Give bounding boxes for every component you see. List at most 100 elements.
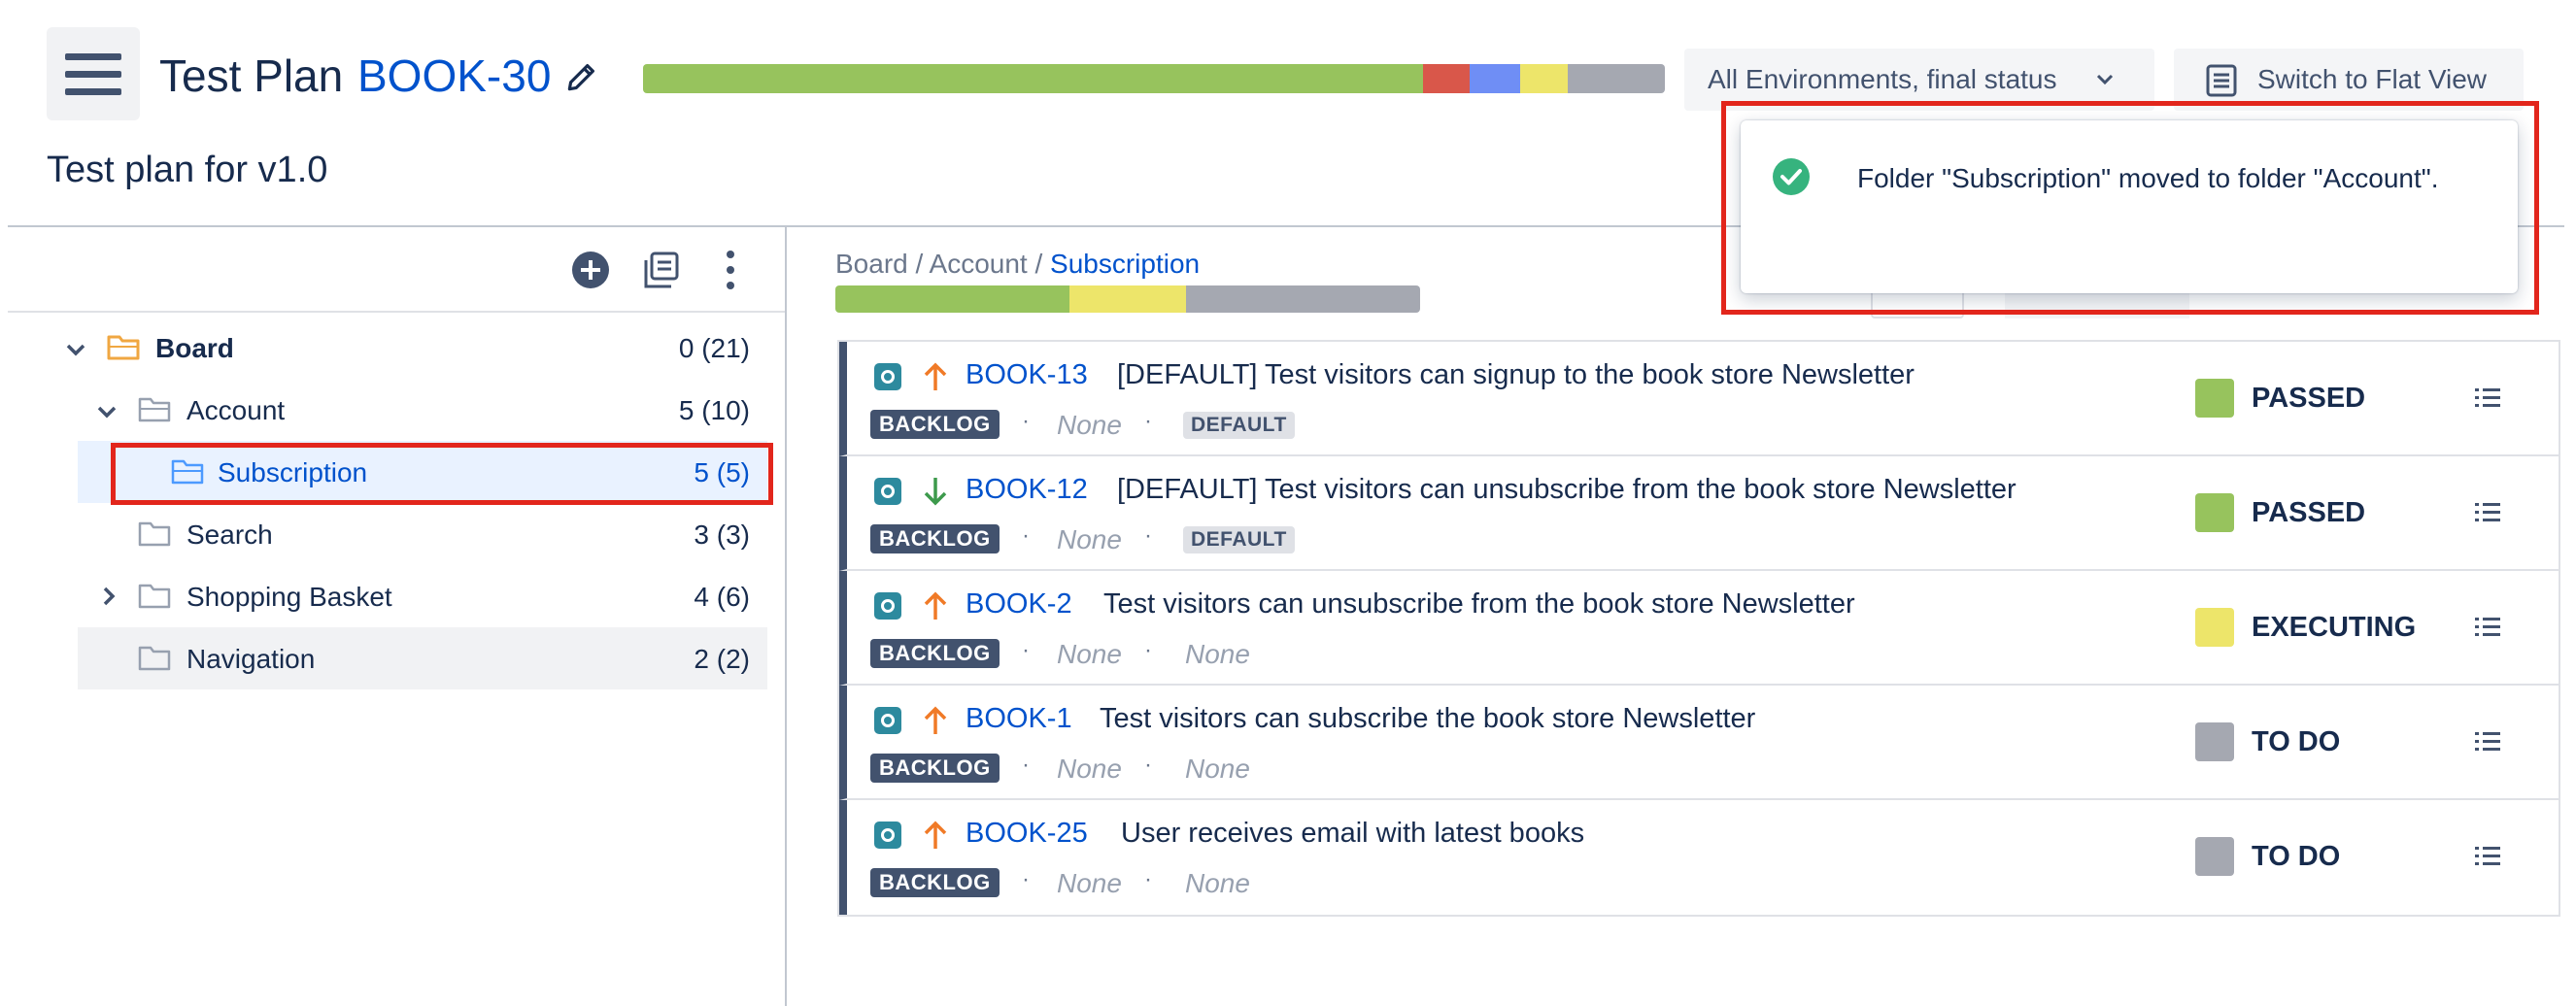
selected-folder-highlight — [111, 443, 773, 505]
execution-status[interactable]: TO DO — [2252, 726, 2340, 758]
test-plan-key-link[interactable]: BOOK-30 — [357, 47, 551, 105]
tree-item-label: Board — [155, 333, 234, 363]
details-icon[interactable] — [2475, 730, 2500, 754]
folder-open-icon — [138, 397, 171, 422]
test-summary: [DEFAULT] Test visitors can unsubscribe … — [1117, 474, 2017, 505]
tree-item-count: 4 (6) — [694, 582, 750, 612]
tree-item-search[interactable]: Search 3 (3) — [78, 503, 767, 565]
tree-item-account[interactable]: Account 5 (10) — [78, 379, 767, 441]
execution-status-swatch — [2195, 493, 2234, 532]
execution-status[interactable]: TO DO — [2252, 841, 2340, 873]
add-folder-icon[interactable] — [571, 251, 610, 289]
tree-item-label: Navigation — [186, 644, 316, 674]
more-options-icon[interactable] — [721, 249, 740, 291]
status-badge: BACKLOG — [870, 524, 1000, 553]
chevron-right-icon[interactable] — [97, 585, 120, 608]
execution-status-swatch — [2195, 722, 2234, 761]
label-lozenge: DEFAULT — [1183, 412, 1295, 439]
test-key-link[interactable]: BOOK-2 — [966, 588, 1072, 620]
test-summary: Test visitors can unsubscribe from the b… — [1103, 588, 1855, 620]
priority-up-icon — [924, 706, 947, 734]
chevron-down-icon — [2096, 74, 2114, 85]
priority-up-icon — [924, 591, 947, 620]
breadcrumb-current: Subscription — [1050, 249, 1201, 279]
folder-progress-bar — [835, 285, 1420, 313]
test-plan-progress-bar — [643, 64, 1665, 93]
breadcrumb-item[interactable]: Board — [835, 249, 908, 279]
progress-segment — [1068, 285, 1187, 313]
execution-status-swatch — [2195, 379, 2234, 418]
test-summary: Test visitors can subscribe the book sto… — [1100, 703, 1756, 734]
priority-up-icon — [924, 362, 947, 390]
folder-open-icon — [107, 335, 140, 360]
execution-status-swatch — [2195, 837, 2234, 876]
test-type-icon — [874, 363, 901, 390]
list-view-icon — [2206, 64, 2237, 97]
tree-item-board[interactable]: Board 0 (21) — [66, 317, 767, 379]
details-icon[interactable] — [2475, 501, 2500, 524]
test-type-icon — [874, 478, 901, 505]
test-type-icon — [874, 822, 901, 849]
tree-item-label: Account — [186, 395, 286, 425]
copy-icon[interactable] — [643, 251, 680, 289]
tree-item-shopping-basket[interactable]: Shopping Basket 4 (6) — [78, 565, 767, 627]
test-key-link[interactable]: BOOK-13 — [966, 359, 1088, 391]
toast-highlight — [1721, 101, 2539, 315]
progress-segment — [643, 64, 1423, 93]
execution-status-swatch — [2195, 608, 2234, 647]
test-summary: [DEFAULT] Test visitors can signup to th… — [1117, 359, 1915, 390]
breadcrumb-item[interactable]: Account — [930, 249, 1028, 279]
menu-button[interactable] — [47, 27, 140, 120]
tree-item-count: 3 (3) — [694, 520, 750, 550]
test-type-icon — [874, 707, 901, 734]
priority-down-icon — [924, 478, 947, 506]
folder-icon — [138, 646, 171, 671]
test-plan-summary: Test plan for v1.0 — [47, 150, 328, 190]
details-icon[interactable] — [2475, 616, 2500, 639]
tree-item-label: Search — [186, 520, 273, 550]
execution-status[interactable]: PASSED — [2252, 497, 2365, 529]
breadcrumb: Board / Account / Subscription — [835, 249, 1201, 279]
environment-select-value: All Environments, final status — [1708, 64, 2057, 94]
status-badge: BACKLOG — [870, 639, 1000, 668]
test-row[interactable]: BOOK-2 Test visitors can unsubscribe fro… — [839, 571, 2559, 686]
test-row[interactable]: BOOK-1 Test visitors can subscribe the b… — [839, 686, 2559, 800]
details-icon[interactable] — [2475, 845, 2500, 868]
field-value: None — [1057, 868, 1122, 898]
progress-segment — [1186, 285, 1420, 313]
status-badge: BACKLOG — [870, 754, 1000, 783]
tree-item-count: 2 (2) — [694, 644, 750, 674]
execution-status[interactable]: EXECUTING — [2252, 612, 2416, 644]
hamburger-icon — [65, 52, 121, 60]
field-value: None — [1057, 754, 1122, 784]
priority-up-icon — [924, 821, 947, 849]
status-badge: BACKLOG — [870, 410, 1000, 439]
tree-toolbar-divider — [8, 311, 785, 313]
progress-segment — [1470, 64, 1520, 93]
tree-item-count: 5 (10) — [678, 395, 750, 425]
test-type-icon — [874, 592, 901, 620]
field-value: None — [1057, 410, 1122, 440]
tests-list: BOOK-13 [DEFAULT] Test visitors can sign… — [837, 340, 2560, 917]
chevron-down-icon[interactable] — [95, 400, 119, 423]
progress-segment — [835, 285, 1069, 313]
details-icon[interactable] — [2475, 386, 2500, 410]
test-row[interactable]: BOOK-13 [DEFAULT] Test visitors can sign… — [839, 342, 2559, 456]
test-key-link[interactable]: BOOK-12 — [966, 474, 1088, 506]
page-title: Test Plan — [159, 50, 344, 101]
tree-item-count: 0 (21) — [678, 333, 750, 363]
execution-status[interactable]: PASSED — [2252, 383, 2365, 415]
test-key-link[interactable]: BOOK-1 — [966, 703, 1072, 735]
chevron-down-icon[interactable] — [64, 338, 87, 361]
test-row[interactable]: BOOK-25 User receives email with latest … — [839, 800, 2559, 915]
field-value: None — [1185, 639, 1250, 669]
field-value: None — [1185, 868, 1250, 898]
test-key-link[interactable]: BOOK-25 — [966, 818, 1088, 850]
progress-segment — [1422, 64, 1471, 93]
pencil-icon[interactable] — [563, 58, 600, 95]
progress-segment — [1519, 64, 1569, 93]
test-row[interactable]: BOOK-12 [DEFAULT] Test visitors can unsu… — [839, 456, 2559, 571]
tree-item-navigation[interactable]: Navigation 2 (2) — [78, 627, 767, 689]
field-value: None — [1185, 754, 1250, 784]
field-value: None — [1057, 639, 1122, 669]
